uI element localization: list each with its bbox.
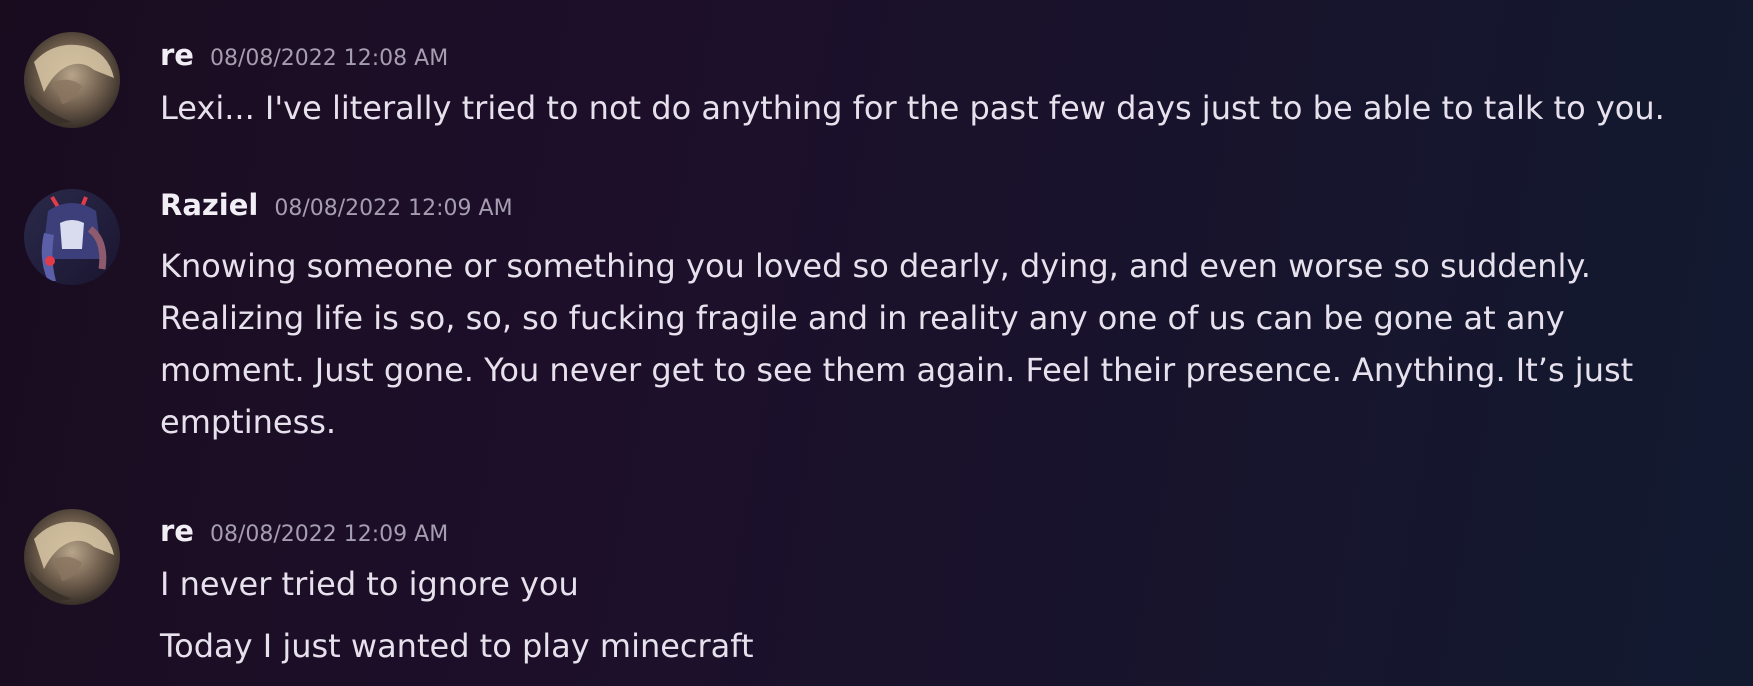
avatar-portrait-icon: [24, 509, 120, 605]
username[interactable]: Raziel: [160, 188, 258, 222]
timestamp: 08/08/2022 12:09 AM: [274, 196, 513, 221]
message-text: I never tried to ignore you: [160, 565, 579, 603]
username[interactable]: re: [160, 514, 194, 548]
message-text: Lexi... I've literally tried to not do a…: [160, 89, 1665, 127]
message-header: re 08/08/2022 12:09 AM: [160, 514, 448, 548]
message-text: emptiness.: [160, 403, 337, 441]
message-text: Knowing someone or something you loved s…: [160, 247, 1591, 285]
username[interactable]: re: [160, 38, 194, 72]
user-avatar[interactable]: [24, 509, 120, 605]
avatar-portrait-icon: [24, 189, 120, 285]
message-text: Today I just wanted to play minecraft: [160, 627, 754, 665]
message-text: moment. Just gone. You never get to see …: [160, 351, 1634, 389]
user-avatar[interactable]: [24, 189, 120, 285]
user-avatar[interactable]: [24, 32, 120, 128]
timestamp: 08/08/2022 12:09 AM: [209, 522, 449, 547]
message-header: Raziel 08/08/2022 12:09 AM: [160, 188, 513, 222]
chat-log: re 08/08/2022 12:08 AM Lexi... I've lite…: [0, 0, 1753, 686]
avatar-portrait-icon: [24, 32, 120, 128]
message-text: Realizing life is so, so, so fucking fra…: [160, 299, 1565, 337]
timestamp: 08/08/2022 12:08 AM: [209, 46, 449, 71]
message-header: re 08/08/2022 12:08 AM: [160, 38, 448, 72]
